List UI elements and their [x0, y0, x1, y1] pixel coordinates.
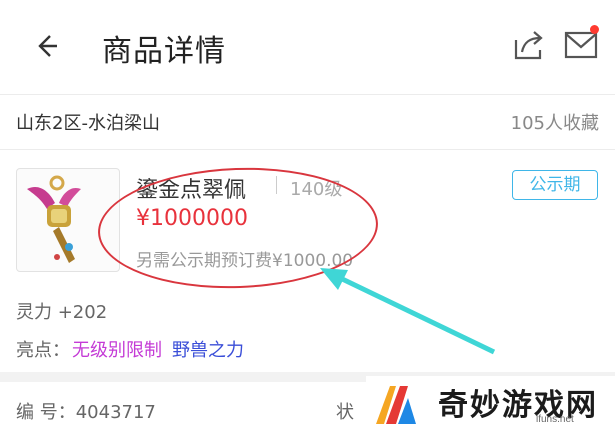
notification-dot	[590, 25, 599, 34]
server-row: 山东2区-水泊梁山 105人收藏	[0, 95, 615, 150]
page-title: 商品详情	[102, 34, 226, 69]
watermark-url: lfuns.net	[536, 414, 574, 425]
highlights-label: 亮点：	[16, 340, 70, 361]
watermark-logo-icon	[376, 386, 416, 424]
highlight-tag: 无级别限制	[72, 340, 162, 361]
server-name: 山东2区-水泊梁山	[16, 113, 160, 134]
share-icon[interactable]	[512, 28, 546, 62]
mail-icon[interactable]	[564, 30, 598, 60]
attribute-stat: 灵力 +202	[16, 302, 108, 323]
status-label: 状	[336, 402, 354, 423]
top-bar: 商品详情	[0, 0, 615, 95]
highlight-tag: 野兽之力	[172, 340, 244, 361]
item-id: 编 号：4043717	[16, 402, 156, 423]
watermark-text: 奇妙游戏网	[438, 388, 598, 423]
highlights-row: 亮点： 无级别限制 野兽之力	[16, 336, 244, 362]
favorites-count[interactable]: 105人收藏	[511, 109, 599, 135]
back-arrow-icon[interactable]	[30, 30, 62, 62]
watermark: 奇妙游戏网 lfuns.net	[366, 376, 615, 432]
public-period-badge: 公示期	[512, 170, 598, 200]
